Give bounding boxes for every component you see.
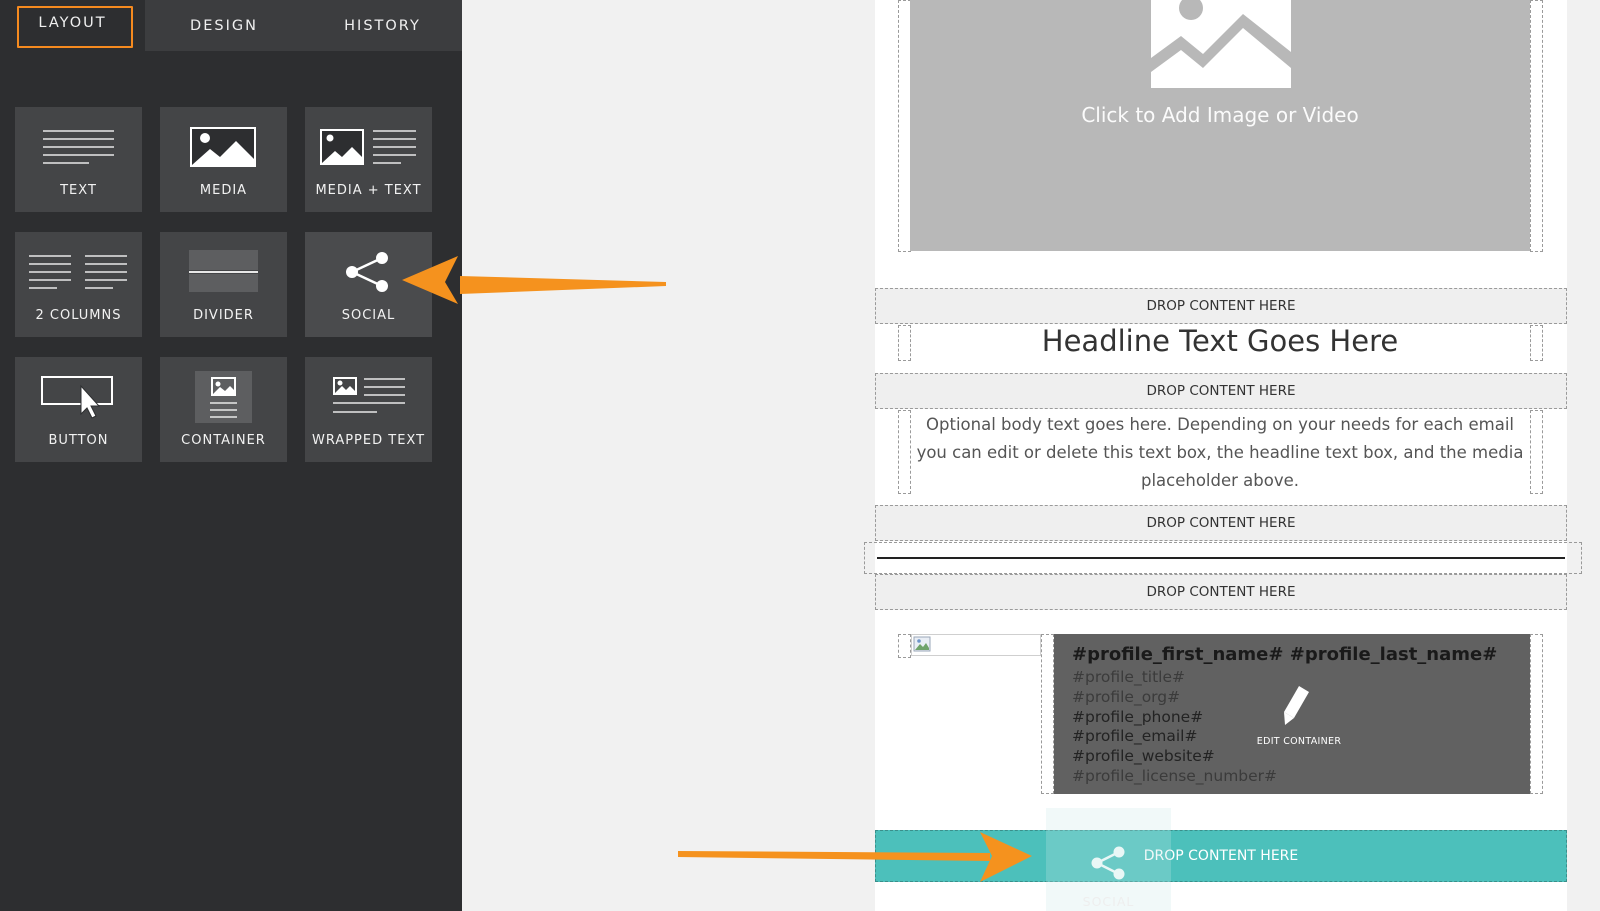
arrow-to-social-tile xyxy=(402,256,666,304)
arrow-to-drop-zone xyxy=(678,832,1032,882)
annotation-arrows xyxy=(402,256,1032,882)
